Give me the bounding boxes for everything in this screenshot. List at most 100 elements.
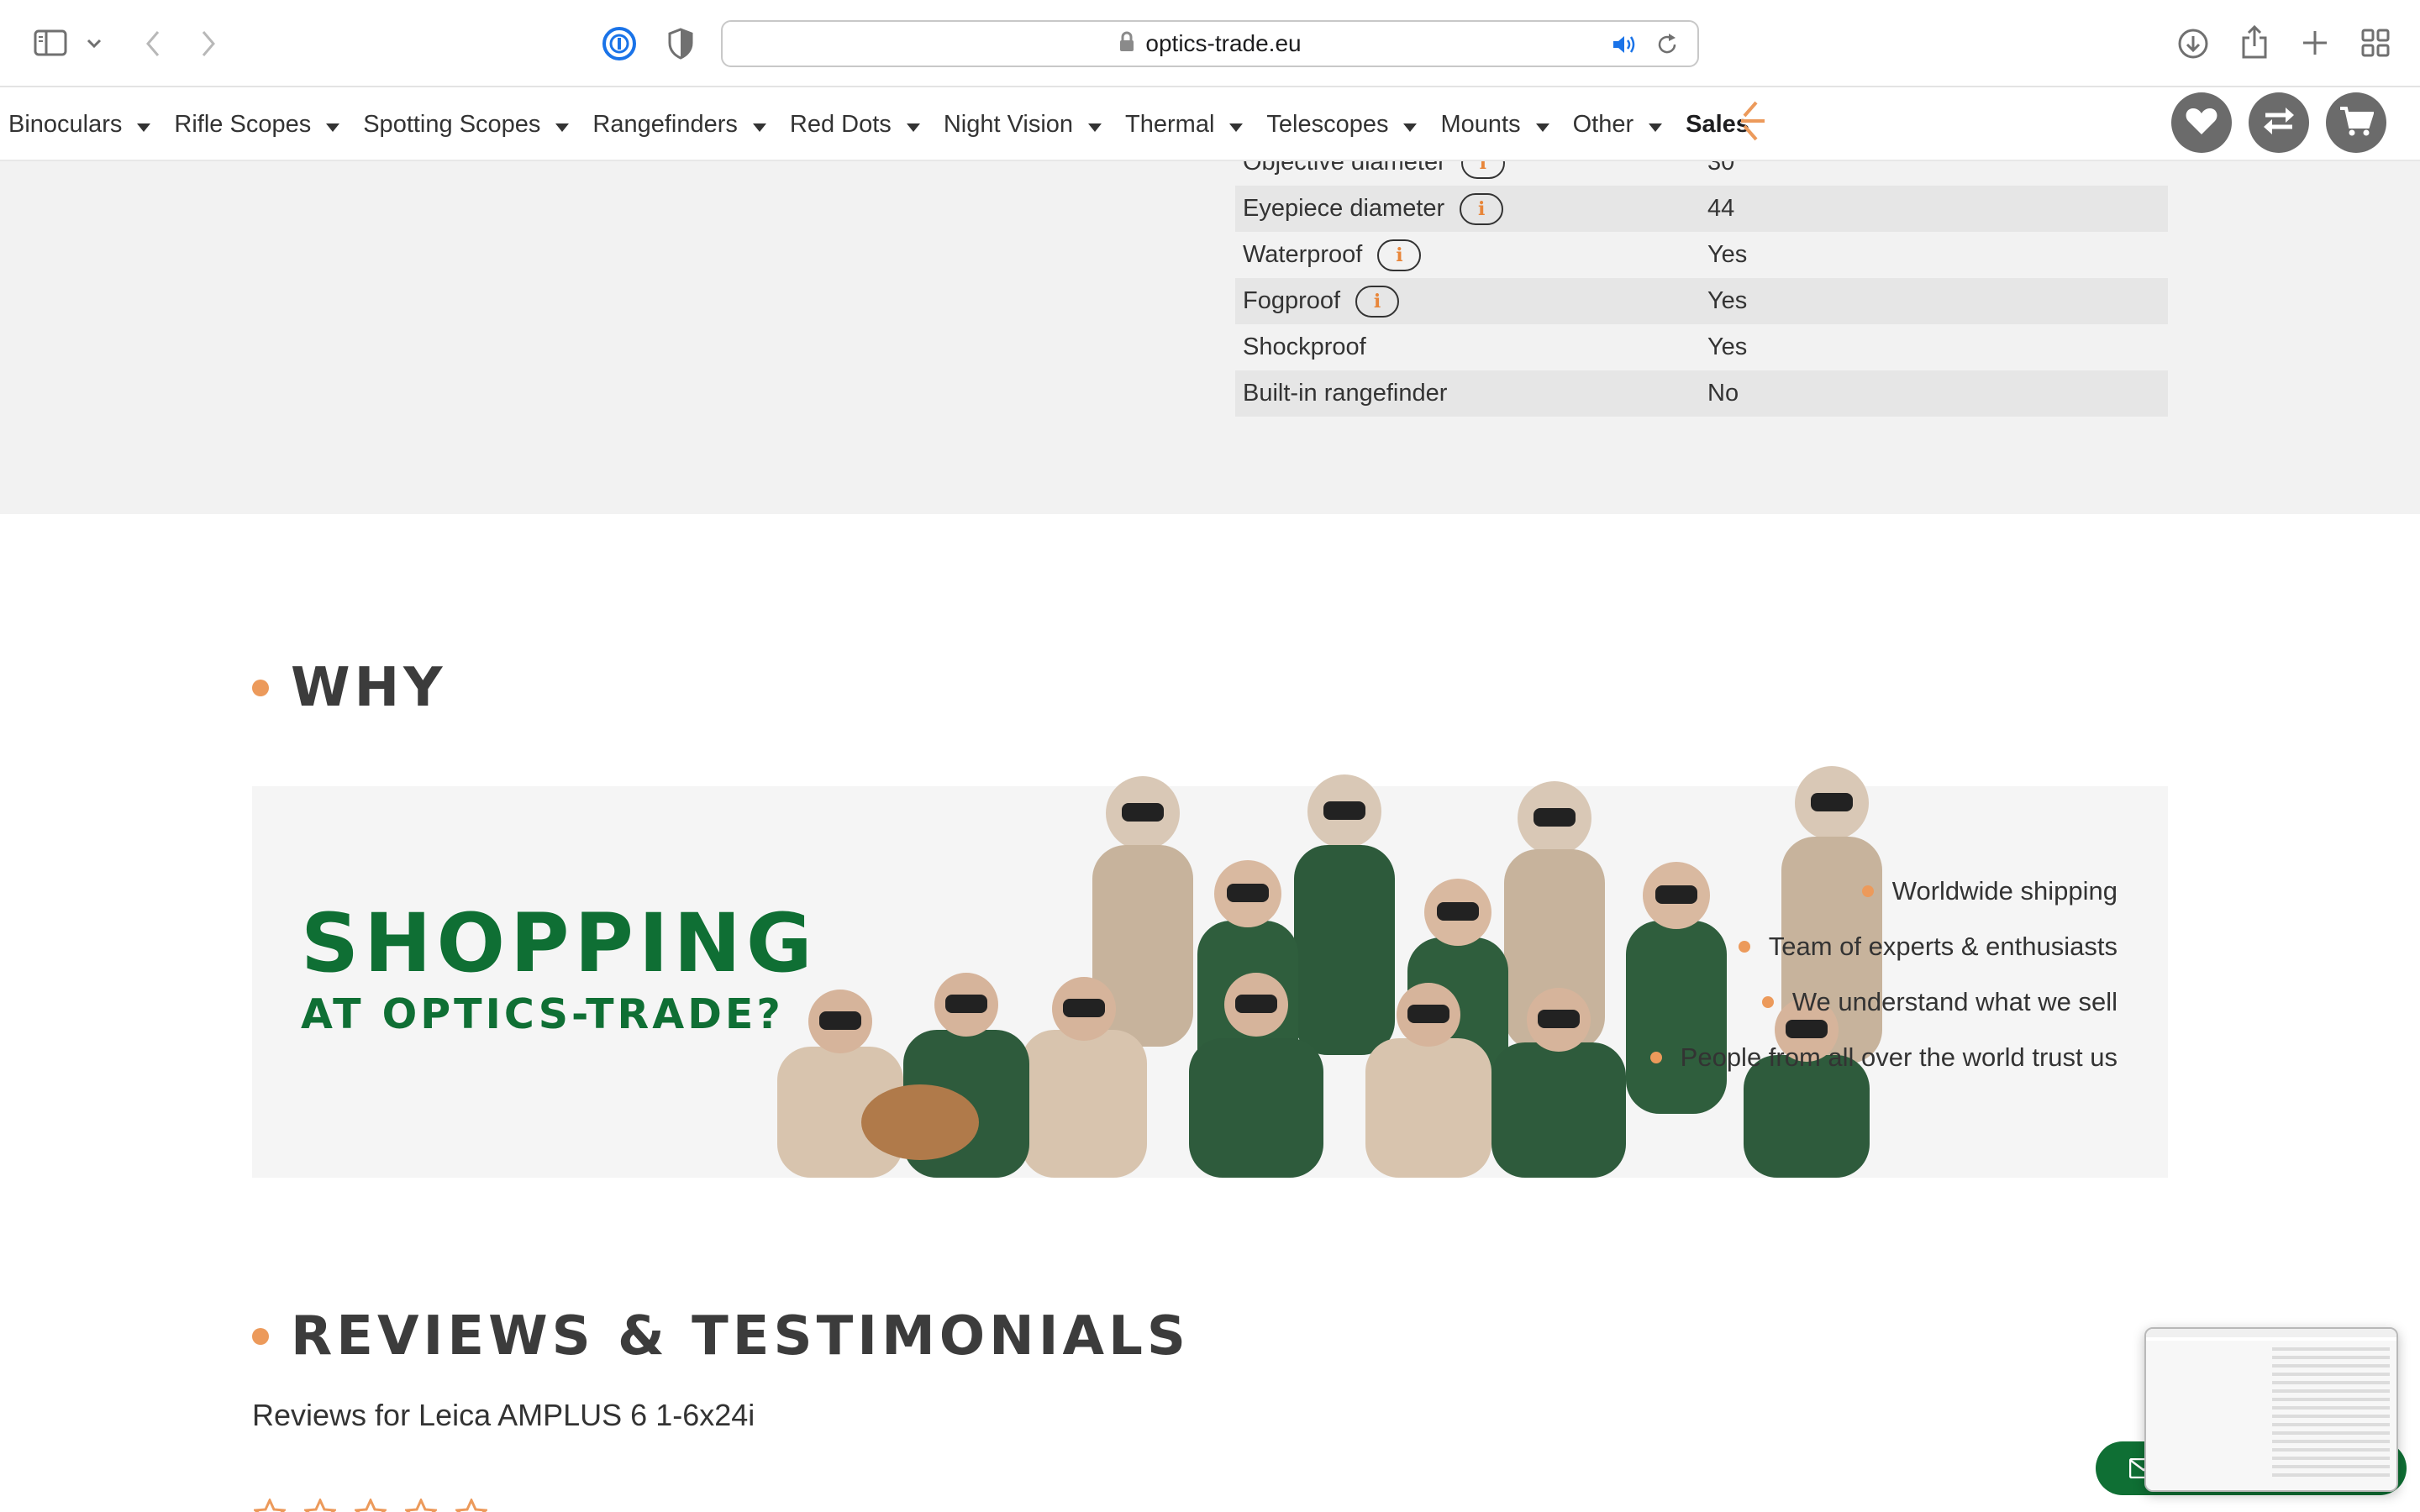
nav-item-other[interactable]: Other [1573,111,1663,139]
page-preview-thumbnail[interactable] [2144,1327,2398,1492]
chevron-down-icon [752,111,766,139]
spec-value: Yes [1707,333,1748,360]
cart-icon [2338,105,2375,141]
list-item: We understand what we sell [1650,974,2118,1030]
heading-dot [252,1328,269,1345]
chevron-down-icon [1229,111,1244,139]
nav-item-rifle-scopes[interactable]: Rifle Scopes [174,110,340,139]
nav-item-night-vision[interactable]: Night Vision [944,111,1102,139]
star-icon [455,1499,487,1512]
cart-button[interactable] [2326,92,2386,153]
bullet-dot [1738,941,1750,953]
spec-value: Yes [1707,241,1748,268]
benefit-text: People from all over the world trust us [1680,1042,2118,1072]
shopping-title-line1: SHOPPING [301,896,818,990]
chevron-down-icon [137,111,151,139]
nav-item-rangefinders[interactable]: Rangefinders [592,111,766,139]
nav-item-mounts[interactable]: Mounts [1440,111,1549,139]
shopping-title: SHOPPING AT OPTICS-TRADE? [301,897,818,1040]
nav-item-red-dots[interactable]: Red Dots [790,111,920,139]
info-icon[interactable]: i [1460,192,1504,225]
star-icon [304,1499,336,1512]
star-icon [405,1499,437,1512]
chevron-down-icon [1535,111,1549,139]
spec-row: Built-in rangefinder No [1235,370,2168,417]
bullet-dot [1649,1052,1662,1063]
benefit-text: Team of experts & enthusiasts [1768,932,2118,961]
wishlist-button[interactable] [2171,92,2232,153]
nav-item-label: Red Dots [789,110,892,138]
spec-row: Fogproof i Yes [1235,278,2168,324]
lock-icon [1118,31,1135,57]
why-heading-text: WHY [291,657,447,719]
share-icon[interactable] [2237,22,2272,62]
why-shopping-banner: SHOPPING AT OPTICS-TRADE? Worldwide ship… [252,766,2168,1178]
info-icon[interactable]: i [1355,285,1400,318]
nav-item-label: Spotting Scopes [363,110,541,138]
benefit-text: We understand what we sell [1791,987,2118,1016]
spec-row: Eyepiece diameter i 44 [1235,186,2168,232]
spec-label: Waterproof [1243,241,1363,268]
speaker-icon[interactable] [1612,34,1639,60]
list-item: Team of experts & enthusiasts [1650,919,2118,974]
spec-value: Yes [1707,287,1748,314]
star-icon [355,1499,387,1512]
chevron-down-icon [906,111,920,139]
nav-item-thermal[interactable]: Thermal [1125,110,1244,139]
new-tab-icon[interactable] [2297,25,2333,60]
nav-item-label: Night Vision [943,110,1074,138]
spec-label: Built-in rangefinder [1243,380,1448,407]
shopping-title-line2: AT OPTICS-TRADE? [301,990,784,1038]
privacy-shield-icon[interactable] [664,25,697,62]
spec-row: Waterproof i Yes [1235,232,2168,278]
back-icon[interactable] [138,27,168,60]
nav-item-label: Rangefinders [592,110,738,138]
chevron-down-icon[interactable] [84,34,104,54]
star-icon [254,1499,286,1512]
heading-dot [252,680,269,696]
sparkle-icon [1736,97,1766,151]
bullet-dot [1861,885,1874,897]
url-text: optics-trade.eu [1145,30,1302,56]
reviews-heading-text: REVIEWS & TESTIMONIALS [291,1305,1190,1368]
nav-item-label: Thermal [1125,110,1215,138]
sidebar-icon[interactable] [32,27,69,59]
benefit-text: Worldwide shipping [1891,876,2118,906]
forward-icon[interactable] [193,27,224,60]
chevron-down-icon [555,111,570,139]
chevron-down-icon [326,111,340,139]
nav-item-label: Rifle Scopes [174,110,312,138]
nav-item-label: Other [1572,110,1634,138]
reviews-heading: REVIEWS & TESTIMONIALS [252,1305,1190,1368]
password-manager-icon[interactable] [600,25,639,62]
why-heading: WHY [252,657,447,719]
info-icon[interactable]: i [1377,239,1422,271]
nav-item-label: Mounts [1440,110,1521,138]
spec-label: Fogproof [1243,287,1341,314]
chevron-down-icon [1088,111,1102,139]
chevron-down-icon [1649,111,1663,139]
download-icon[interactable] [2175,25,2212,62]
spec-row: Shockproof Yes [1235,324,2168,370]
compare-icon [2262,106,2296,140]
compare-button[interactable] [2249,92,2309,153]
spec-label: Eyepiece diameter [1243,195,1445,222]
spec-label: Shockproof [1243,333,1366,360]
tab-overview-icon[interactable] [2358,25,2393,60]
list-item: Worldwide shipping [1650,864,2118,919]
nav-item-label: Binoculars [8,110,123,138]
wishlist-heart-icon [2185,106,2218,140]
nav-item-binoculars[interactable]: Binoculars [8,110,151,139]
spec-value: No [1707,380,1739,407]
spec-value: 44 [1707,195,1735,222]
list-item: People from all over the world trust us [1649,1030,2118,1085]
chevron-down-icon [1403,111,1418,139]
reload-icon[interactable] [1655,33,1679,60]
browser-toolbar: optics-trade.eu [0,0,2420,87]
nav-item-label: Telescopes [1266,110,1389,138]
nav-item-sales[interactable]: Sales [1686,101,1765,140]
nav-item-telescopes[interactable]: Telescopes [1266,110,1418,139]
address-bar[interactable]: optics-trade.eu [721,20,1699,67]
nav-item-spotting-scopes[interactable]: Spotting Scopes [363,110,570,139]
reviews-subtitle: Reviews for Leica AMPLUS 6 1-6x24i [252,1398,755,1432]
